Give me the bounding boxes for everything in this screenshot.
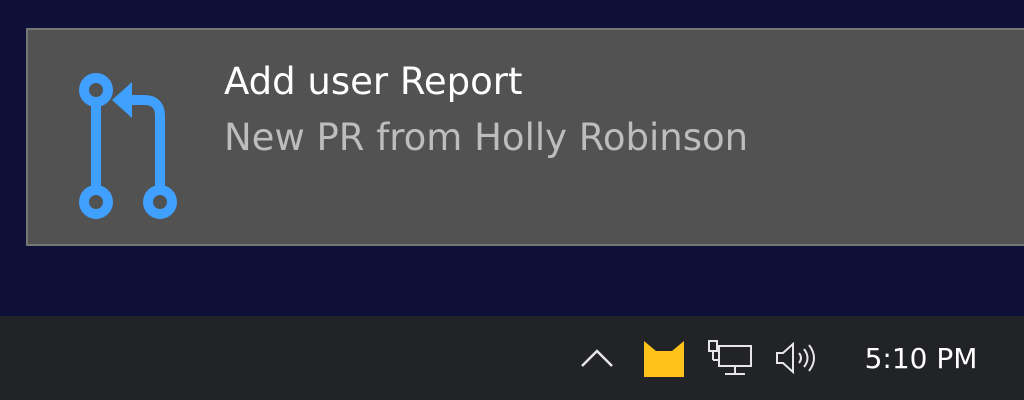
cat-app-icon[interactable] — [638, 316, 690, 400]
clock[interactable]: 5:10 PM — [846, 316, 996, 400]
notification-toast[interactable]: Add user Report New PR from Holly Robins… — [26, 28, 1024, 246]
notification-body: New PR from Holly Robinson — [224, 116, 749, 159]
taskbar: 5:10 PM — [0, 316, 1024, 400]
notification-title: Add user Report — [224, 60, 523, 103]
network-icon[interactable] — [704, 316, 756, 400]
chevron-up-icon[interactable] — [576, 316, 618, 400]
volume-icon[interactable] — [772, 316, 820, 400]
pull-request-icon — [74, 72, 184, 222]
